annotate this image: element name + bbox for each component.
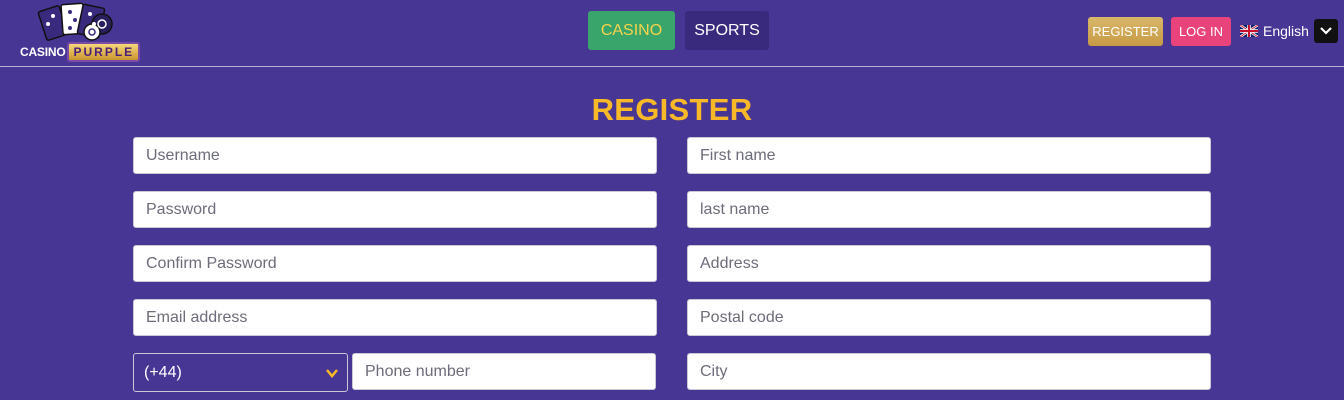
header-register-button[interactable]: REGISTER [1088, 17, 1163, 46]
nav-sports-button[interactable]: SPORTS [685, 11, 769, 50]
phone-code-value: (+44) [144, 363, 182, 381]
phone-number-field[interactable] [352, 353, 656, 390]
last-name-field[interactable] [687, 191, 1211, 228]
language-dropdown-toggle[interactable] [1314, 19, 1338, 43]
address-field[interactable] [687, 245, 1211, 282]
uk-flag-icon [1240, 25, 1258, 37]
chevron-down-icon [326, 369, 338, 378]
logo-purple-text: PURPLE [67, 42, 141, 62]
first-name-field[interactable] [687, 137, 1211, 174]
page-title: REGISTER [591, 92, 753, 127]
password-field[interactable] [133, 191, 657, 228]
username-field[interactable] [133, 137, 657, 174]
site-header: CASINO PURPLE CASINO SPORTS REGISTER LOG… [0, 0, 1344, 67]
email-field[interactable] [133, 299, 657, 336]
nav-casino-button[interactable]: CASINO [588, 11, 675, 50]
chevron-down-icon [1320, 27, 1332, 35]
logo-casino-text: CASINO [20, 45, 66, 59]
language-label: English [1263, 23, 1309, 39]
logo-wordmark: CASINO PURPLE [20, 42, 141, 62]
phone-code-select[interactable]: (+44) [133, 353, 348, 392]
postal-code-field[interactable] [687, 299, 1211, 336]
language-selector[interactable]: English [1240, 21, 1309, 41]
header-login-button[interactable]: LOG IN [1171, 17, 1231, 46]
casino-purple-logo[interactable]: CASINO PURPLE [18, 2, 142, 64]
confirm-password-field[interactable] [133, 245, 657, 282]
city-field[interactable] [687, 353, 1211, 390]
